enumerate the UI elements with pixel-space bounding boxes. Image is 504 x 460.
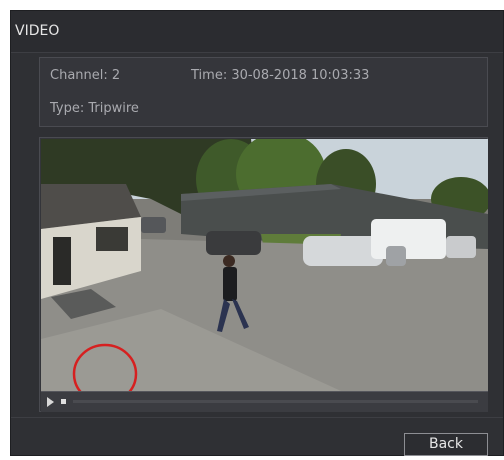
time-label: Time: 30-08-2018 10:03:33 bbox=[191, 68, 370, 83]
playback-controls bbox=[41, 391, 488, 412]
title-bar: VIDEO bbox=[11, 11, 503, 53]
camera-footage bbox=[41, 139, 488, 391]
back-button[interactable]: Back bbox=[404, 433, 488, 456]
event-type-label: Type: Tripwire bbox=[50, 101, 139, 116]
dialog-title: VIDEO bbox=[15, 23, 60, 39]
video-playback-area[interactable] bbox=[41, 139, 488, 391]
play-icon[interactable] bbox=[47, 397, 54, 407]
divider bbox=[11, 417, 503, 418]
stop-icon[interactable] bbox=[61, 399, 66, 404]
video-dialog: VIDEO Channel: 2 Time: 30-08-2018 10:03:… bbox=[10, 10, 504, 456]
channel-label: Channel: 2 bbox=[50, 68, 121, 83]
progress-bar[interactable] bbox=[73, 400, 478, 403]
event-info-panel: Channel: 2 Time: 30-08-2018 10:03:33 Typ… bbox=[39, 57, 488, 127]
video-player bbox=[39, 137, 488, 412]
